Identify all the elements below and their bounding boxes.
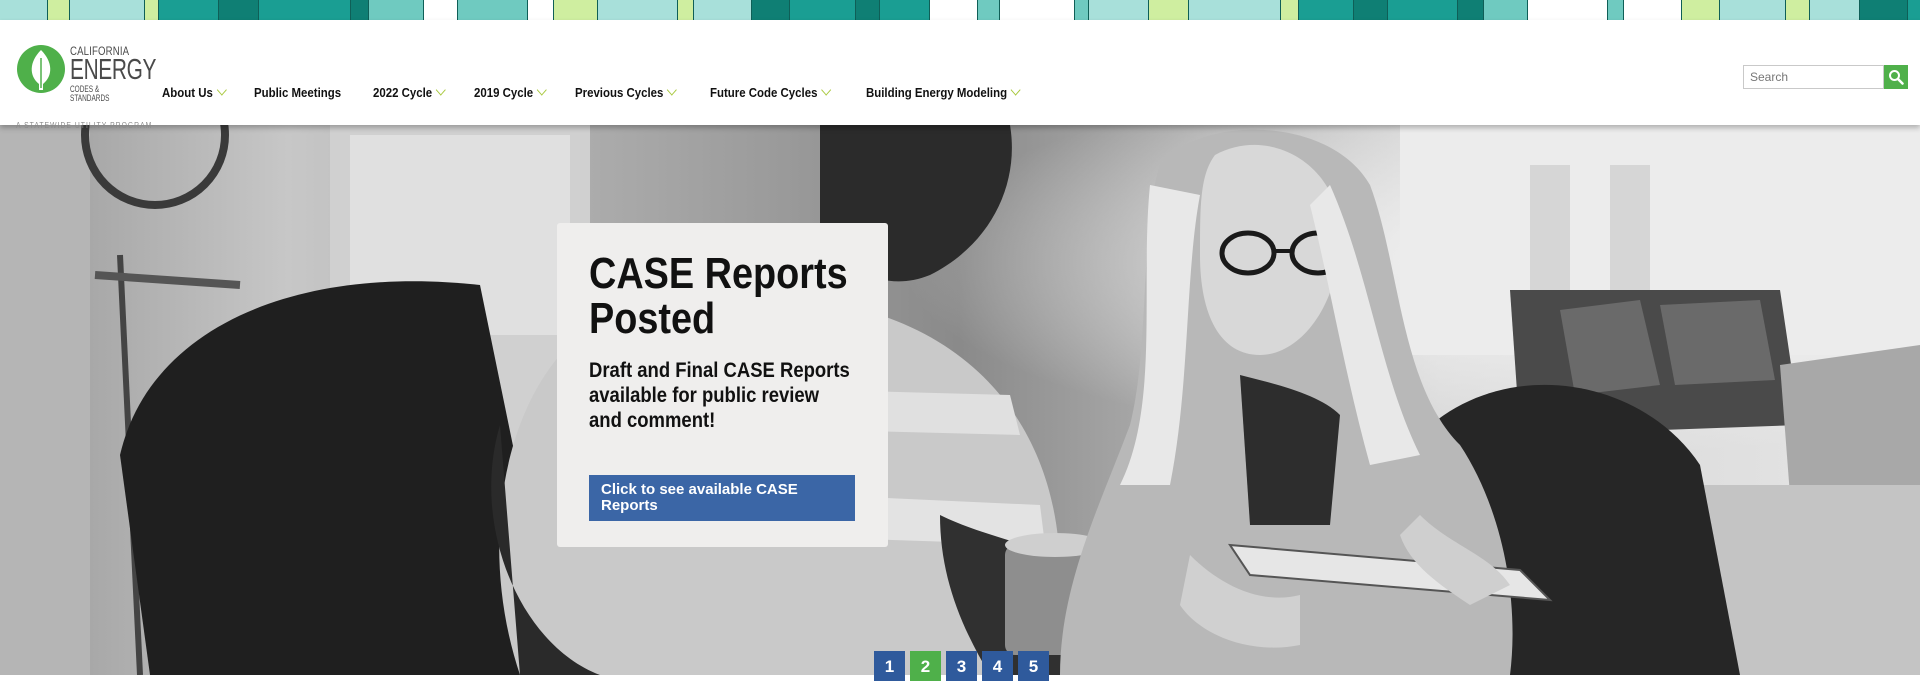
nav-label: 2019 Cycle <box>473 85 534 100</box>
nav-label: Building Energy Modeling <box>865 85 1007 100</box>
chevron-down-icon <box>667 84 678 96</box>
stripe-segment <box>1860 0 1908 20</box>
chevron-down-icon <box>536 84 547 96</box>
decorative-top-stripe <box>0 0 1920 20</box>
stripe-segment <box>554 0 598 20</box>
stripe-segment <box>978 0 1000 20</box>
stripe-segment <box>790 0 856 20</box>
nav-label: About Us <box>162 85 213 100</box>
hero-slider: CASE Reports Posted Draft and Final CASE… <box>0 125 1920 675</box>
slide-page-button-5[interactable]: 5 <box>1018 651 1049 681</box>
stripe-segment <box>0 0 48 20</box>
hero-title: CASE Reports Posted <box>589 249 848 343</box>
stripe-segment <box>1149 0 1189 20</box>
stripe-segment <box>1458 0 1484 20</box>
nav-item-previous-cycles[interactable]: Previous Cycles <box>575 84 678 100</box>
site-logo[interactable]: CALIFORNIA ENERGY CODES & STANDARDS A ST… <box>16 44 157 130</box>
view-case-reports-button[interactable]: Click to see available CASE Reports <box>589 475 855 521</box>
stripe-segment <box>1528 0 1608 20</box>
search-icon <box>1889 70 1904 85</box>
chevron-down-icon <box>820 84 831 96</box>
search-input[interactable] <box>1743 65 1884 89</box>
stripe-segment <box>1720 0 1786 20</box>
stripe-segment <box>1388 0 1458 20</box>
stripe-segment <box>1484 0 1528 20</box>
stripe-segment <box>598 0 678 20</box>
search-button[interactable] <box>1884 65 1908 89</box>
hero-photo <box>0 125 1920 675</box>
stripe-segment <box>880 0 930 20</box>
main-nav: About Us Public Meetings 2022 Cycle 2019… <box>162 84 1060 100</box>
slide-page-button-3[interactable]: 3 <box>946 651 977 681</box>
slide-page-button-2[interactable]: 2 <box>910 651 941 681</box>
stripe-segment <box>528 0 554 20</box>
stripe-segment <box>159 0 219 20</box>
stripe-segment <box>145 0 159 20</box>
nav-item-2019-cycle[interactable]: 2019 Cycle <box>473 84 547 100</box>
nav-label: Previous Cycles <box>575 85 664 100</box>
stripe-segment <box>70 0 145 20</box>
slider-pagination: 12345 <box>874 651 1054 681</box>
stripe-segment <box>1624 0 1682 20</box>
stripe-segment <box>856 0 880 20</box>
stripe-segment <box>1786 0 1810 20</box>
stripe-segment <box>930 0 978 20</box>
stripe-segment <box>1608 0 1624 20</box>
nav-label: Future Code Cycles <box>709 85 818 100</box>
slide-page-button-1[interactable]: 1 <box>874 651 905 681</box>
hero-subtitle: Draft and Final CASE Reports available f… <box>589 359 850 432</box>
stripe-segment <box>1189 0 1281 20</box>
chevron-down-icon <box>216 84 227 96</box>
nav-item-about-us[interactable]: About Us <box>162 84 227 100</box>
nav-label: Public Meetings <box>253 85 341 100</box>
stripe-segment <box>369 0 424 20</box>
slide-page-button-4[interactable]: 4 <box>982 651 1013 681</box>
stripe-segment <box>1682 0 1720 20</box>
logo-tagline: A STATEWIDE UTILITY PROGRAM <box>16 121 153 130</box>
stripe-segment <box>752 0 790 20</box>
stripe-segment <box>1000 0 1075 20</box>
stripe-segment <box>1089 0 1149 20</box>
stripe-segment <box>1810 0 1860 20</box>
logo-line-energy: ENERGY <box>70 54 157 86</box>
stripe-segment <box>48 0 70 20</box>
stripe-segment <box>351 0 369 20</box>
nav-label: 2022 Cycle <box>372 85 432 100</box>
leaf-icon <box>17 45 65 93</box>
stripe-segment <box>678 0 694 20</box>
stripe-segment <box>694 0 752 20</box>
site-header: CALIFORNIA ENERGY CODES & STANDARDS A ST… <box>0 20 1920 130</box>
stripe-segment <box>424 0 458 20</box>
stripe-segment <box>219 0 259 20</box>
nav-item-public-meetings[interactable]: Public Meetings <box>254 85 341 100</box>
nav-item-building-energy-modeling[interactable]: Building Energy Modeling <box>865 84 1021 100</box>
stripe-segment <box>458 0 528 20</box>
nav-item-2022-cycle[interactable]: 2022 Cycle <box>372 84 446 100</box>
logo-line-codes: CODES & STANDARDS <box>70 84 110 103</box>
hero-card: CASE Reports Posted Draft and Final CASE… <box>557 223 888 547</box>
chevron-down-icon <box>435 84 446 96</box>
stripe-segment <box>1908 0 1920 20</box>
stripe-segment <box>1354 0 1388 20</box>
stripe-segment <box>259 0 351 20</box>
stripe-segment <box>1299 0 1354 20</box>
nav-item-future-code-cycles[interactable]: Future Code Cycles <box>709 84 831 100</box>
stripe-segment <box>1075 0 1089 20</box>
chevron-down-icon <box>1010 84 1021 96</box>
stripe-segment <box>1281 0 1299 20</box>
